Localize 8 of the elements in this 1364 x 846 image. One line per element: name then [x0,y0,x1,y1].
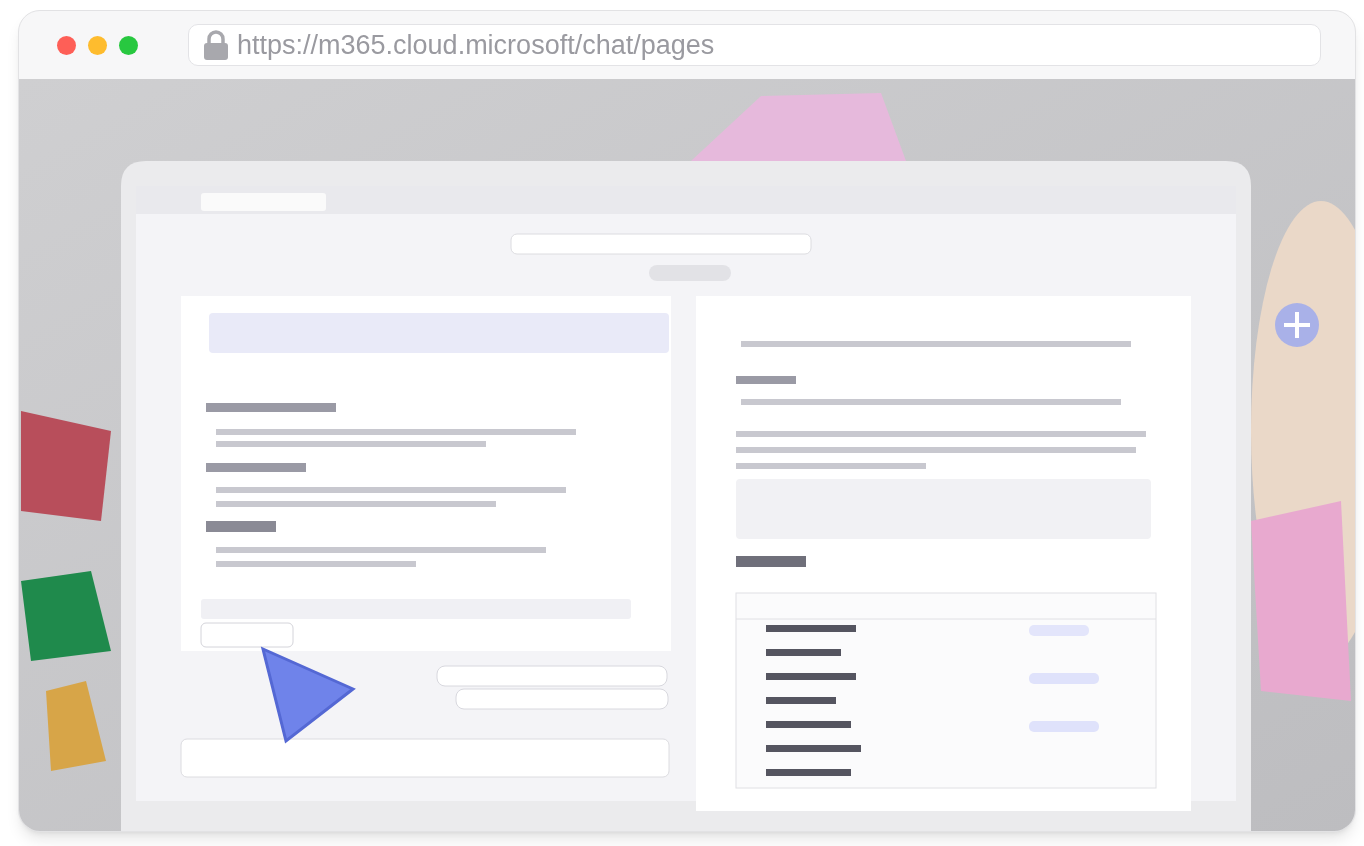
maximize-window-button[interactable] [119,35,138,55]
plus-icon [1275,303,1319,347]
cursor-arrow-icon [260,646,356,744]
lock-icon [203,30,229,60]
address-bar[interactable]: https://m365.cloud.microsoft/chat/pages [188,24,1321,66]
close-window-button[interactable] [57,35,76,55]
minimize-window-button[interactable] [88,35,107,55]
url-text: https://m365.cloud.microsoft/chat/pages [237,28,715,62]
